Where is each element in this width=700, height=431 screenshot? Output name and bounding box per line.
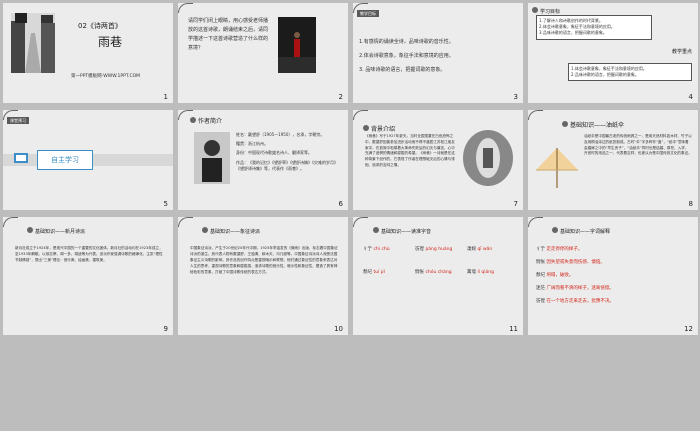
slide-heading: 作者简介 xyxy=(190,116,222,125)
slide-number: 5 xyxy=(163,200,168,208)
slide-number: 4 xyxy=(688,93,693,101)
definitions-list: 彳亍 走走停停的样子。 惆怅 因失望或失意而伤感、懊恼。 颓圮 坍塌，破败。 迷… xyxy=(536,247,692,306)
slide-number: 2 xyxy=(338,93,343,101)
alley-painting-image xyxy=(11,13,55,73)
slide-number: 12 xyxy=(684,325,693,333)
definition-item: 惆怅 因失望或失意而伤感、懊恼。 xyxy=(536,259,605,265)
objectives-list: 1.有感情的诵读全诗，品味诗歌的音乐性。 2.体会诗歌意象，象征手法和意境的应用… xyxy=(359,39,519,74)
focus-box: 1.体会诗歌意象，象征手法和意境的应用。 2.品味诗歌的语言，把握词歌的意象。 xyxy=(568,63,692,82)
slide-heading: 基础知识——象征诗派 xyxy=(202,227,322,235)
goals-box: 1.了解诗人和诗歌创作的时代背景。 2.体会诗歌意象，象征手法和意境的应用。 3… xyxy=(536,15,652,40)
slide-number: 8 xyxy=(688,200,693,208)
slide-body: 《雨巷》写于1927年夏天。当时全国笼罩在白色恐怖之中，戴望舒因曾参加进步活动而… xyxy=(365,134,455,167)
slide-thumbnail-7[interactable]: 背景介绍 《雨巷》写于1927年夏天。当时全国笼罩在白色恐怖之中，戴望舒因曾参加… xyxy=(353,110,523,210)
slide-body: 新月社成立于1924年，是现代中国的一个重要的文化团体。新月社的活动约在1923… xyxy=(15,246,163,263)
pin-icon xyxy=(363,125,369,131)
pin-icon xyxy=(190,117,196,123)
slide-number: 9 xyxy=(163,325,168,333)
bio-list: 姓名：戴望舒（1905—1950），名承，字朝宗。 籍贯：浙江杭州。 身份：中国… xyxy=(236,132,342,172)
slide-heading: 基础知识——新月诗派 xyxy=(27,227,147,235)
slide-thumbnail-6[interactable]: 作者简介 姓名：戴望舒（1905—1950），名承，字朝宗。 籍贯：浙江杭州。 … xyxy=(178,110,348,210)
slide-thumbnail-3[interactable]: 教学目标 1.有感情的诵读全诗，品味诗歌的音乐性。 2.体会诗歌意象，象征手法和… xyxy=(353,3,523,103)
pinyin-pair: 惆怅 chóu chàng xyxy=(415,269,452,275)
pinyin-pair: 彳亍 chì chù xyxy=(363,247,390,252)
slide-heading: 基础知识——读准字音 xyxy=(373,227,431,235)
goal-item: 3.品味诗歌的语言，把握词歌的意象。 xyxy=(539,30,607,36)
slide-number: 10 xyxy=(334,325,343,333)
corner-ornament: 课堂预习 xyxy=(3,110,29,126)
definition-item: 彷徨 在一个地方走来走去，犹豫不决。 xyxy=(536,298,614,304)
slide-body: 中国象征诗派，产生于20世纪20年代中期，1925年李金发的《微雨》出版，标志着… xyxy=(190,246,338,275)
corner-ornament: 教学目标 xyxy=(353,3,379,19)
slide-thumbnail-12[interactable]: 基础知识——字词解释 彳亍 走走停停的样子。 惆怅 因失望或失意而伤感、懊恼。 … xyxy=(528,217,698,335)
definition-item: 彳亍 走走停停的样子。 xyxy=(536,247,583,252)
slide-thumbnail-10[interactable]: 基础知识——象征诗派 中国象征诗派，产生于20世纪20年代中期，1925年李金发… xyxy=(178,217,348,335)
ppt-subtitle: 雨巷 xyxy=(98,35,123,49)
section-heading: 学习目标 xyxy=(532,7,560,15)
slide-thumbnail-8[interactable]: 基础知识——油纸伞 油纸伞是中国最古老的传统雨具之一，是用天然材料如木材、竹子以… xyxy=(528,110,698,210)
objective-item: 1.有感情的诵读全诗，品味诗歌的音乐性。 xyxy=(359,39,454,45)
bio-line: 姓名：戴望舒（1905—1950），名承，字朝宗。 xyxy=(236,132,325,137)
ppt-footer: 第一PPT模板网-WWW.1PPT.COM xyxy=(71,74,141,79)
pin-icon xyxy=(202,227,208,233)
objective-item: 3. 品味诗歌的语言，把握词歌的意象。 xyxy=(359,66,446,73)
rain-girl-image xyxy=(278,17,316,73)
slide-number: 11 xyxy=(509,325,518,333)
author-portrait xyxy=(194,132,230,184)
focus-item: 2.品味诗歌的语言，把握词歌的意象。 xyxy=(571,72,639,78)
section-label: 自主学习 xyxy=(37,150,93,170)
bio-line: 作品：《我的记忆》《望舒草》《望舒诗稿》《灾难的岁月》《望舒译诗集》等，代表作《… xyxy=(236,159,338,171)
book-icon xyxy=(14,153,28,163)
slide-thumbnail-9[interactable]: 基础知识——新月诗派 新月社成立于1924年，是现代中国的一个重要的文化团体。新… xyxy=(3,217,173,335)
corner-ornament xyxy=(528,110,554,126)
pinyin-grid: 彳亍 chì chù 彷徨 páng huáng 凄婉 qī wǎn 颓圮 tu… xyxy=(363,247,519,277)
slide-number: 6 xyxy=(338,200,343,208)
pin-icon xyxy=(373,227,379,233)
slide-thumbnail-5[interactable]: 课堂预习 自主学习 5 xyxy=(3,110,173,210)
definition-item: 迷茫 广阔而看不清的样子，迷离恍惚。 xyxy=(536,285,614,291)
pinyin-pair: 篱墙 lí qiáng xyxy=(467,269,494,275)
pin-icon xyxy=(552,227,558,233)
slide-thumbnail-1[interactable]: 02《诗两首》 雨巷 第一PPT模板网-WWW.1PPT.COM 1 xyxy=(3,3,173,103)
objective-item: 2.体会诗歌意象，象征手法和意境的应用。 xyxy=(359,52,454,59)
slide-heading: 基础知识——油纸伞 xyxy=(562,120,624,129)
slide-number: 7 xyxy=(513,200,518,208)
definition-item: 颓圮 坍塌，破败。 xyxy=(536,272,574,278)
pin-icon xyxy=(27,227,33,233)
slide-thumbnail-4[interactable]: 学习目标 1.了解诗人和诗歌创作的时代背景。 2.体会诗歌意象，象征手法和意境的… xyxy=(528,3,698,103)
bio-line: 籍贯：浙江杭州。 xyxy=(236,141,268,147)
corner-ornament xyxy=(178,217,204,233)
pinyin-pair: 凄婉 qī wǎn xyxy=(467,247,493,252)
slide-number: 3 xyxy=(513,93,518,101)
corner-ornament xyxy=(3,217,29,233)
slide-text: 请同学们闭上眼睛，用心感受老师播放的这首诗歌，朗诵结束之后，请同学描述一下这首诗… xyxy=(188,18,269,51)
slide-heading: 基础知识——字词解释 xyxy=(552,227,672,235)
round-alley-image xyxy=(463,130,513,186)
slide-thumbnail-2[interactable]: 请同学们闭上眼睛，用心感受老师播放的这首诗歌，朗诵结束之后，请同学描述一下这首诗… xyxy=(178,3,348,103)
umbrella-image xyxy=(536,148,578,188)
slide-heading: 背景介绍 xyxy=(363,124,395,133)
pinyin-pair: 彷徨 páng huáng xyxy=(415,247,453,252)
ppt-title: 02《诗两首》 xyxy=(78,22,122,30)
pin-icon xyxy=(532,7,538,13)
slide-body: 油纸伞是中国最古老的传统雨具之一，是用天然材料如木材、竹子以及用桐油涂过的纸张制… xyxy=(584,134,692,156)
slide-thumbnail-11[interactable]: 基础知识——读准字音 彳亍 chì chù 彷徨 páng huáng 凄婉 q… xyxy=(353,217,523,335)
bio-line: 身份：中国现代诗歌盛名诗人、翻译家等。 xyxy=(236,150,312,156)
corner-ornament xyxy=(528,217,554,233)
pinyin-pair: 颓圮 tuí pǐ xyxy=(363,269,385,275)
section-heading: 教学重点 xyxy=(671,49,692,55)
pin-icon xyxy=(562,121,568,127)
slide-number: 1 xyxy=(163,93,168,101)
